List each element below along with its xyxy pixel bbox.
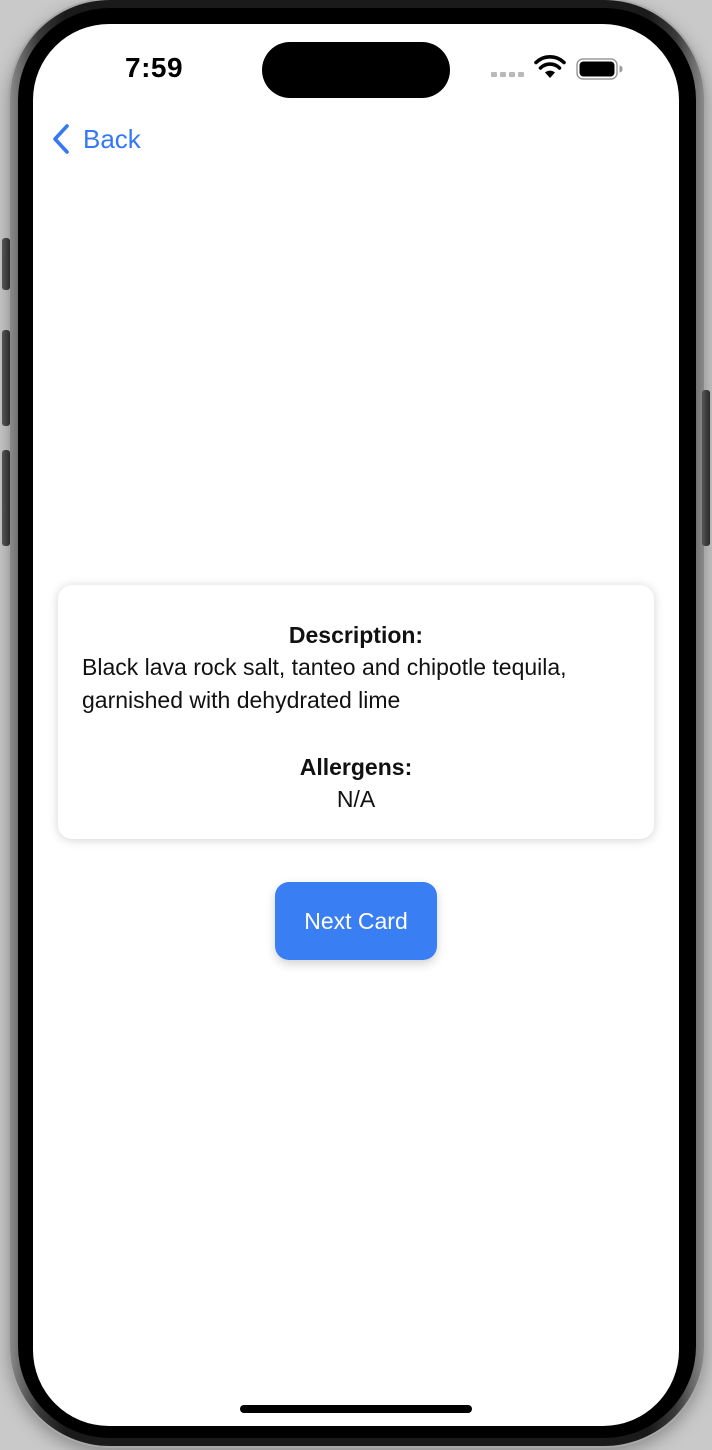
screen: 7:59 Back Description: Black lava rock s… [33, 24, 679, 1426]
chevron-left-icon [53, 124, 69, 154]
allergens-text: N/A [336, 786, 376, 812]
silent-switch [2, 238, 10, 290]
description-label: Description: [288, 622, 424, 648]
allergens-label: Allergens: [299, 754, 413, 780]
home-indicator[interactable] [240, 1405, 472, 1413]
wifi-icon [534, 55, 566, 78]
next-card-button[interactable]: Next Card [275, 882, 437, 960]
dynamic-island [262, 42, 450, 98]
back-button[interactable]: Back [51, 122, 141, 156]
description-text: Black lava rock salt, tanteo and chipotl… [82, 654, 567, 713]
back-button-label: Back [83, 123, 141, 154]
volume-up-button [2, 330, 10, 426]
power-button [702, 390, 710, 546]
battery-icon [576, 58, 623, 80]
volume-down-button [2, 450, 10, 546]
info-card: Description: Black lava rock salt, tante… [58, 585, 654, 839]
status-bar-time: 7:59 [125, 52, 184, 83]
allergens-section: Allergens: N/A [82, 751, 630, 815]
cellular-signal-icon [491, 72, 525, 78]
